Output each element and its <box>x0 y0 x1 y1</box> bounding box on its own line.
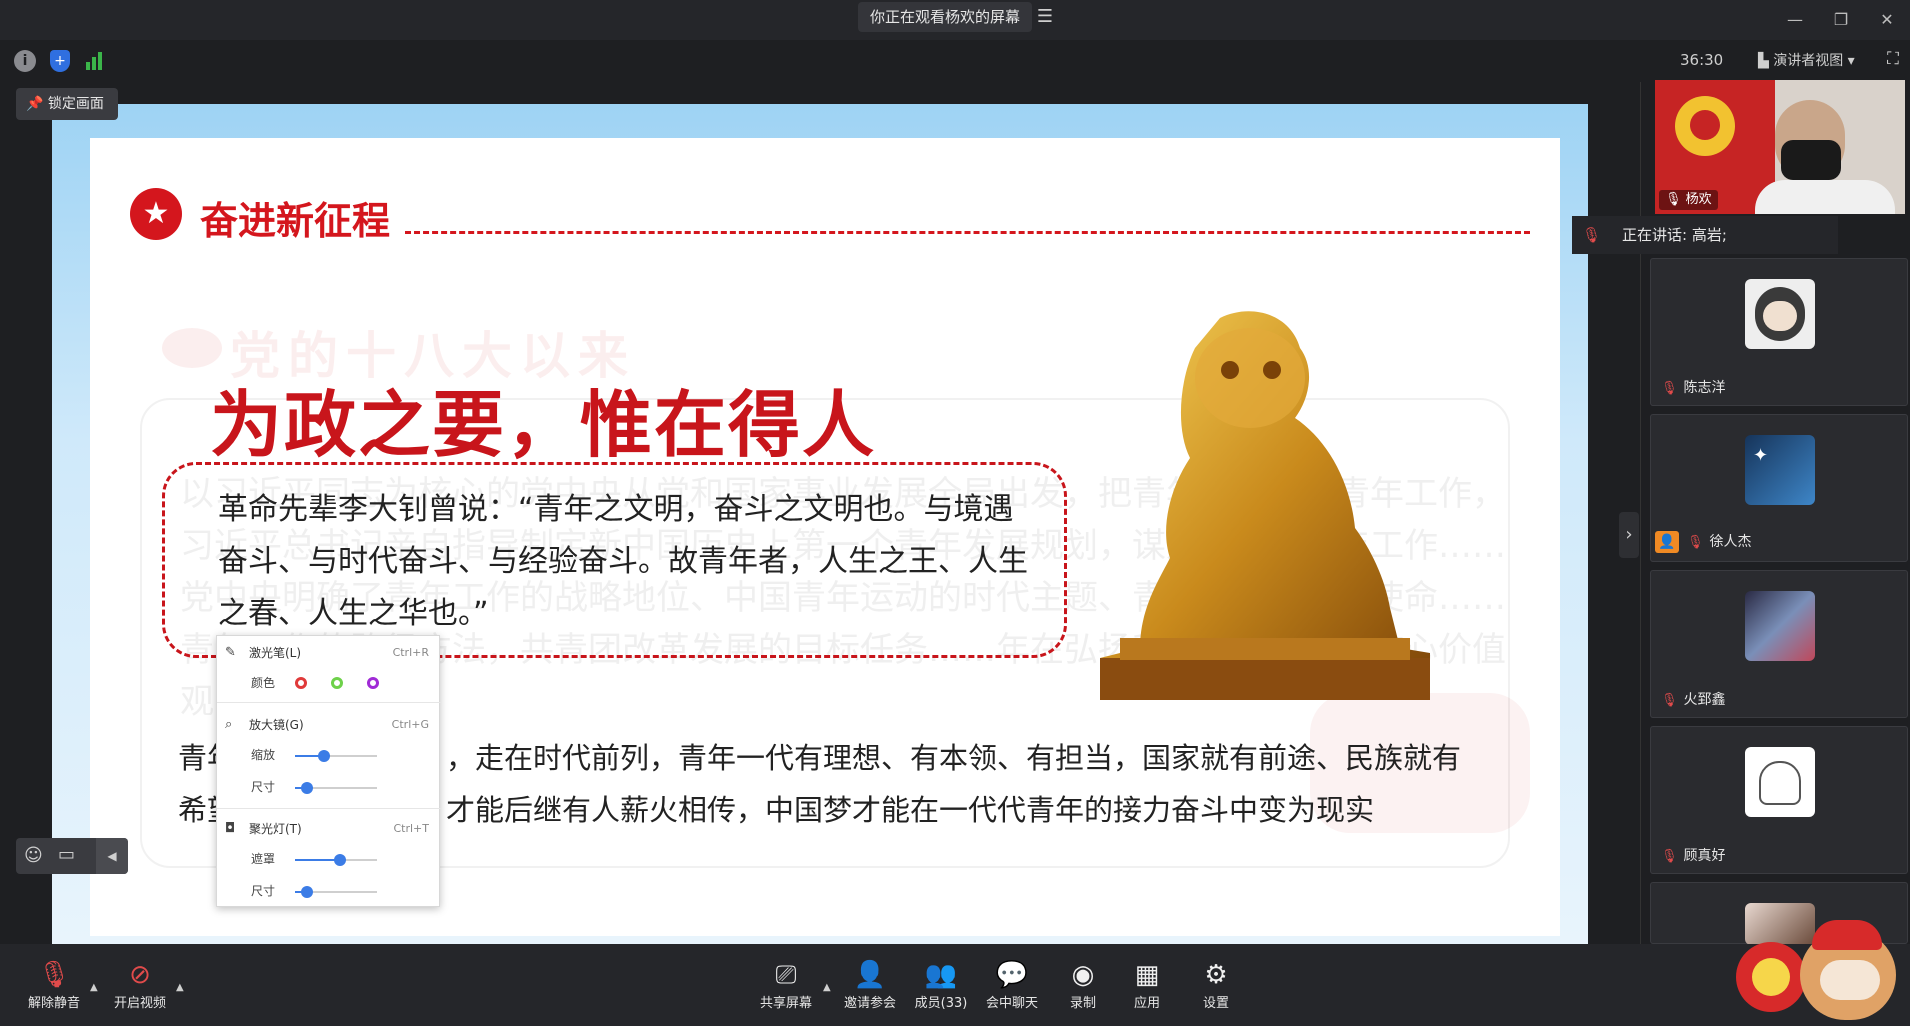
share-screen-button[interactable]: ⎚ 共享屏幕 <box>746 958 826 1011</box>
start-video-button[interactable]: ⊘ 开启视频 <box>100 958 180 1011</box>
spotlight-size-row: 尺寸 <box>217 880 441 902</box>
participant-tile[interactable]: 🎙 陈志洋 <box>1650 258 1908 406</box>
mic-muted-icon: 🎙 <box>1661 693 1678 708</box>
participant-tile[interactable]: 🎙 顾真好 <box>1650 726 1908 874</box>
viewing-screen-label: 你正在观看杨欢的屏幕 <box>858 2 1033 32</box>
laser-pointer-option[interactable]: ✎ 激光笔(L) Ctrl+R <box>217 642 441 664</box>
color-red-swatch[interactable] <box>295 677 307 689</box>
color-purple-swatch[interactable] <box>367 677 379 689</box>
members-button[interactable]: 👥 成员(33) <box>901 958 981 1011</box>
fullscreen-icon[interactable]: ⛶ <box>1887 49 1899 69</box>
avatar <box>1745 279 1815 349</box>
participant-tile[interactable]: 🎙 火郅鑫 <box>1650 570 1908 718</box>
divider <box>217 702 441 703</box>
slide-title: 为政之要，惟在得人 <box>210 383 877 467</box>
floating-mini-toolbar: ☺ ▭ ◀ <box>16 838 128 874</box>
invite-button[interactable]: 👤 邀请参会 <box>830 958 910 1011</box>
members-icon: 👥 <box>924 960 958 990</box>
spotlight-icon: ◘ <box>225 821 236 836</box>
close-icon[interactable]: ✕ <box>1864 0 1910 40</box>
zoom-slider[interactable] <box>295 750 377 762</box>
caret-up-icon[interactable]: ▲ <box>176 982 184 993</box>
avatar-glyph: ✦ <box>1753 445 1769 466</box>
divider <box>217 808 441 809</box>
spotlight-size-slider[interactable] <box>295 886 377 898</box>
pin-icon: 📌 <box>26 96 48 112</box>
participant-name: 🎙 顾真好 <box>1661 848 1726 864</box>
laser-color-row: 颜色 <box>217 672 441 694</box>
comment-icon[interactable]: ▭ <box>58 844 75 865</box>
meeting-timer: 36:30 <box>1680 51 1724 69</box>
slide-heading: 奋进新征程 <box>200 199 391 243</box>
mic-icon: 🎙 <box>1665 192 1686 207</box>
collapse-left-icon[interactable]: ◀ <box>96 838 128 874</box>
settings-button[interactable]: ⚙ 设置 <box>1176 958 1256 1011</box>
main-speaker-video[interactable]: 🎙 杨欢 <box>1655 80 1905 214</box>
mic-muted-icon: 🎙 <box>1687 535 1704 550</box>
mic-muted-icon: 🎙 <box>1661 381 1678 396</box>
lion-statue-image <box>1100 311 1430 700</box>
slider-handle[interactable] <box>318 750 330 762</box>
layout-icon: ▙ <box>1758 53 1774 69</box>
participant-tile[interactable]: ✦ 👤 🎙 徐人杰 <box>1650 414 1908 562</box>
emoji-icon[interactable]: ☺ <box>24 845 43 866</box>
annotation-tool-panel: ✎ 激光笔(L) Ctrl+R 颜色 ⌕ 放大镜(G) Ctrl+G 缩放 尺寸… <box>216 635 441 907</box>
host-badge-icon: 👤 <box>1655 531 1679 553</box>
chevron-down-icon: ▾ <box>1843 53 1855 69</box>
participant-name: 👤 🎙 徐人杰 <box>1655 531 1752 553</box>
color-green-swatch[interactable] <box>331 677 343 689</box>
mic-muted-icon: 🎙 <box>37 960 71 990</box>
magnifier-option[interactable]: ⌕ 放大镜(G) Ctrl+G <box>217 714 441 736</box>
mask-slider[interactable] <box>295 854 377 866</box>
unmute-button[interactable]: 🎙 解除静音 <box>14 958 94 1011</box>
minimize-icon[interactable]: — <box>1772 0 1818 40</box>
chat-button[interactable]: 💬 会中聊天 <box>972 958 1052 1011</box>
mask-slider-row: 遮罩 <box>217 848 441 870</box>
magnifier-size-slider[interactable] <box>295 782 377 794</box>
view-mode-dropdown[interactable]: ▙ 演讲者视图 ▾ <box>1758 50 1855 70</box>
info-icon[interactable]: i <box>14 50 36 72</box>
settings-icon: ⚙ <box>1204 960 1228 990</box>
laser-pen-icon: ✎ <box>225 645 236 660</box>
video-off-icon: ⊘ <box>129 960 151 990</box>
shield-icon[interactable]: + <box>50 50 70 72</box>
festival-mascot-image <box>1730 920 1906 1024</box>
list-icon[interactable]: ☰ <box>1030 2 1060 32</box>
chevron-right-icon[interactable]: › <box>1619 512 1639 558</box>
avatar: ✦ <box>1745 435 1815 505</box>
caret-up-icon[interactable]: ▲ <box>90 982 98 993</box>
star-icon: ★ <box>130 188 182 240</box>
speaking-indicator: 🎙 正在讲话: 高岩; <box>1572 216 1838 254</box>
restore-icon[interactable]: ❐ <box>1818 0 1864 40</box>
participant-name: 🎙 火郅鑫 <box>1661 692 1726 708</box>
panel-divider <box>1640 82 1641 944</box>
share-screen-icon: ⎚ <box>775 960 797 990</box>
invite-icon: 👤 <box>853 960 887 990</box>
speaker-name-tag: 🎙 杨欢 <box>1659 190 1718 210</box>
heading-divider <box>405 231 1530 234</box>
participant-name: 🎙 陈志洋 <box>1661 380 1726 396</box>
spotlight-option[interactable]: ◘ 聚光灯(T) Ctrl+T <box>217 818 441 840</box>
magnifier-size-row: 尺寸 <box>217 776 441 798</box>
avatar <box>1745 591 1815 661</box>
status-bar <box>0 40 1910 82</box>
apps-button[interactable]: ▦ 应用 <box>1107 958 1187 1011</box>
avatar <box>1745 747 1815 817</box>
chat-icon: 💬 <box>995 960 1029 990</box>
magnifier-icon: ⌕ <box>225 717 233 732</box>
mic-muted-icon: 🎙 <box>1582 226 1602 244</box>
slider-handle[interactable] <box>334 854 346 866</box>
zoom-slider-row: 缩放 <box>217 744 441 766</box>
signal-icon[interactable] <box>86 50 106 70</box>
quote-text: 革命先辈李大钊曾说：“青年之文明，奋斗之文明也。与境遇奋斗、与时代奋斗、与经验奋… <box>218 492 1028 631</box>
slider-handle[interactable] <box>301 886 313 898</box>
apps-icon: ▦ <box>1134 960 1160 990</box>
mic-muted-icon: 🎙 <box>1661 849 1678 864</box>
slider-handle[interactable] <box>301 782 313 794</box>
ghost-decoration <box>162 328 222 368</box>
lock-screen-button[interactable]: 📌 锁定画面 <box>16 88 118 120</box>
